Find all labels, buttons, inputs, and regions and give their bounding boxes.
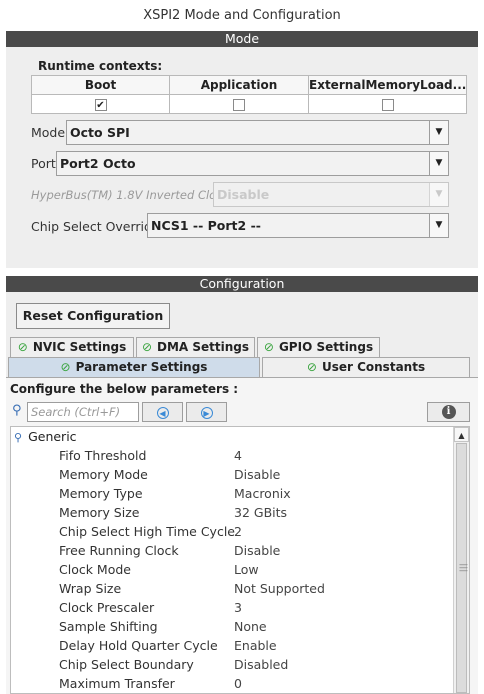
check-circle-icon: ⊘ (263, 340, 274, 354)
parameter-name: Memory Type (59, 486, 143, 501)
application-checkbox[interactable] (233, 98, 245, 111)
next-match-button[interactable]: ▶ (186, 402, 227, 422)
parameter-name: Free Running Clock (59, 543, 179, 558)
parameter-row[interactable]: Chip Select Boundary Disabled (11, 655, 453, 674)
parameter-value[interactable]: 32 GBits (234, 503, 287, 522)
arrow-right-icon: ▶ (200, 406, 213, 419)
chip-select-override-select[interactable]: NCS1 -- Port2 -- ▼ (147, 213, 449, 238)
scroll-up-arrow-icon[interactable]: ▲ (454, 427, 469, 442)
tab-dma-settings[interactable]: ⊘ DMA Settings (136, 337, 255, 357)
mode-label: Mode (31, 125, 66, 140)
check-circle-icon: ⊘ (60, 360, 71, 374)
tree-group-generic[interactable]: ⚲ Generic (14, 429, 77, 444)
parameter-row[interactable]: Wrap Size Not Supported (11, 579, 453, 598)
check-circle-icon: ⊘ (141, 340, 153, 354)
parameter-value[interactable]: None (234, 617, 267, 636)
tab-parameter-settings[interactable]: ⊘ Parameter Settings (8, 357, 260, 377)
parameter-name: Wrap Size (59, 581, 122, 596)
tab-gpio-settings[interactable]: ⊘ GPIO Settings (257, 337, 380, 357)
collapse-pin-icon[interactable]: ⚲ (14, 431, 22, 444)
context-header-boot: Boot (31, 75, 170, 95)
runtime-contexts-table: Boot Application ExternalMemoryLoad... ✔ (31, 75, 468, 114)
chevron-down-icon[interactable]: ▼ (429, 152, 448, 175)
parameter-row[interactable]: Clock Prescaler 3 (11, 598, 453, 617)
parameter-tree: ⚲ Generic Fifo Threshold 4 Memory Mode Disab… (10, 426, 470, 694)
parameter-row[interactable]: Memory Type Macronix (11, 484, 453, 503)
parameter-row[interactable]: Sample Shifting None (11, 617, 453, 636)
window-title: XSPI2 Mode and Configuration (0, 0, 484, 31)
parameter-row[interactable]: Memory Size 32 GBits (11, 503, 453, 522)
mode-section-header[interactable]: Mode (6, 31, 478, 47)
parameter-value[interactable]: Not Supported (234, 579, 325, 598)
parameter-row[interactable]: Memory Mode Disable (11, 465, 453, 484)
parameter-value[interactable]: Low (234, 560, 259, 579)
chevron-down-icon[interactable]: ▼ (429, 214, 448, 237)
runtime-contexts-label: Runtime contexts: (38, 59, 163, 73)
port-select[interactable]: Port2 Octo ▼ (56, 151, 449, 176)
tab-parameter-label: Parameter Settings (75, 360, 208, 374)
parameter-value[interactable]: Disable (234, 465, 280, 484)
parameter-value[interactable]: Enable (234, 636, 277, 655)
tab-nvic-label: NVIC Settings (32, 340, 127, 354)
vertical-scrollbar[interactable]: ▲ — — — (453, 427, 469, 693)
parameter-row[interactable]: Fifo Threshold 4 (11, 446, 453, 465)
parameter-row[interactable]: Maximum Transfer 0 (11, 674, 453, 693)
parameter-name: Delay Hold Quarter Cycle (59, 638, 218, 653)
parameter-name: Sample Shifting (59, 619, 158, 634)
context-header-application: Application (169, 75, 309, 95)
parameter-value[interactable]: Disable (234, 541, 280, 560)
parameter-name: Fifo Threshold (59, 448, 147, 463)
parameter-value[interactable]: Macronix (234, 484, 291, 503)
mode-select-value: Octo SPI (70, 125, 130, 140)
tab-dma-label: DMA Settings (157, 340, 250, 354)
parameter-value[interactable]: 3 (234, 598, 242, 617)
info-button[interactable]: i (427, 402, 470, 422)
boot-checkbox[interactable]: ✔ (94, 98, 107, 111)
configure-parameters-label: Configure the below parameters : (10, 382, 239, 396)
hyperbus-select-value: Disable (217, 187, 270, 202)
hyperbus-select: Disable ▼ (213, 182, 449, 207)
parameter-value[interactable]: Disabled (234, 655, 288, 674)
tab-user-constants-label: User Constants (321, 360, 426, 374)
grip-icon: — — — (459, 560, 468, 576)
parameter-name: Clock Mode (59, 562, 131, 577)
chevron-down-icon[interactable]: ▼ (429, 121, 448, 144)
check-circle-icon: ⊘ (17, 340, 28, 354)
tab-nvic-settings[interactable]: ⊘ NVIC Settings (10, 337, 134, 357)
tree-group-label: Generic (28, 429, 77, 444)
context-header-external-memory-loader: ExternalMemoryLoad... (307, 75, 468, 95)
parameter-name: Maximum Transfer (59, 676, 175, 691)
parameter-row[interactable]: Delay Hold Quarter Cycle Enable (11, 636, 453, 655)
tab-gpio-label: GPIO Settings (278, 340, 374, 354)
hyperbus-label: HyperBus(TM) 1.8V Inverted Clock (31, 188, 230, 202)
parameter-value[interactable]: 2 (234, 522, 242, 541)
chevron-down-icon: ▼ (429, 183, 448, 206)
parameter-value[interactable]: 4 (234, 446, 242, 465)
scrollbar-thumb[interactable]: — — — (456, 443, 468, 693)
tab-user-constants[interactable]: ⊘ User Constants (262, 357, 470, 377)
check-circle-icon: ⊘ (306, 360, 317, 374)
parameter-name: Memory Size (59, 505, 140, 520)
external-memory-loader-checkbox[interactable] (381, 98, 394, 111)
mode-select[interactable]: Octo SPI ▼ (66, 120, 449, 145)
chip-select-override-value: NCS1 -- Port2 -- (151, 218, 261, 233)
parameter-name: Chip Select High Time Cycle (59, 524, 235, 539)
arrow-left-icon: ◀ (156, 406, 169, 419)
parameter-name: Memory Mode (59, 467, 148, 482)
previous-match-button[interactable]: ◀ (142, 402, 183, 422)
parameter-row[interactable]: Clock Mode Low (11, 560, 453, 579)
parameter-value[interactable]: 0 (234, 674, 242, 693)
parameter-name: Clock Prescaler (59, 600, 155, 615)
parameter-row[interactable]: Free Running Clock Disable (11, 541, 453, 560)
search-icon: ⚲ (12, 403, 22, 418)
configuration-section-header[interactable]: Configuration (6, 276, 478, 292)
chip-select-override-label: Chip Select Override (31, 219, 160, 234)
reset-configuration-button[interactable]: Reset Configuration (16, 303, 170, 329)
parameter-name: Chip Select Boundary (59, 657, 194, 672)
port-label: Port (31, 156, 56, 171)
search-input[interactable]: Search (Ctrl+F) (27, 402, 139, 422)
parameter-row[interactable]: Chip Select High Time Cycle 2 (11, 522, 453, 541)
info-icon: i (441, 405, 456, 419)
port-select-value: Port2 Octo (60, 156, 136, 171)
